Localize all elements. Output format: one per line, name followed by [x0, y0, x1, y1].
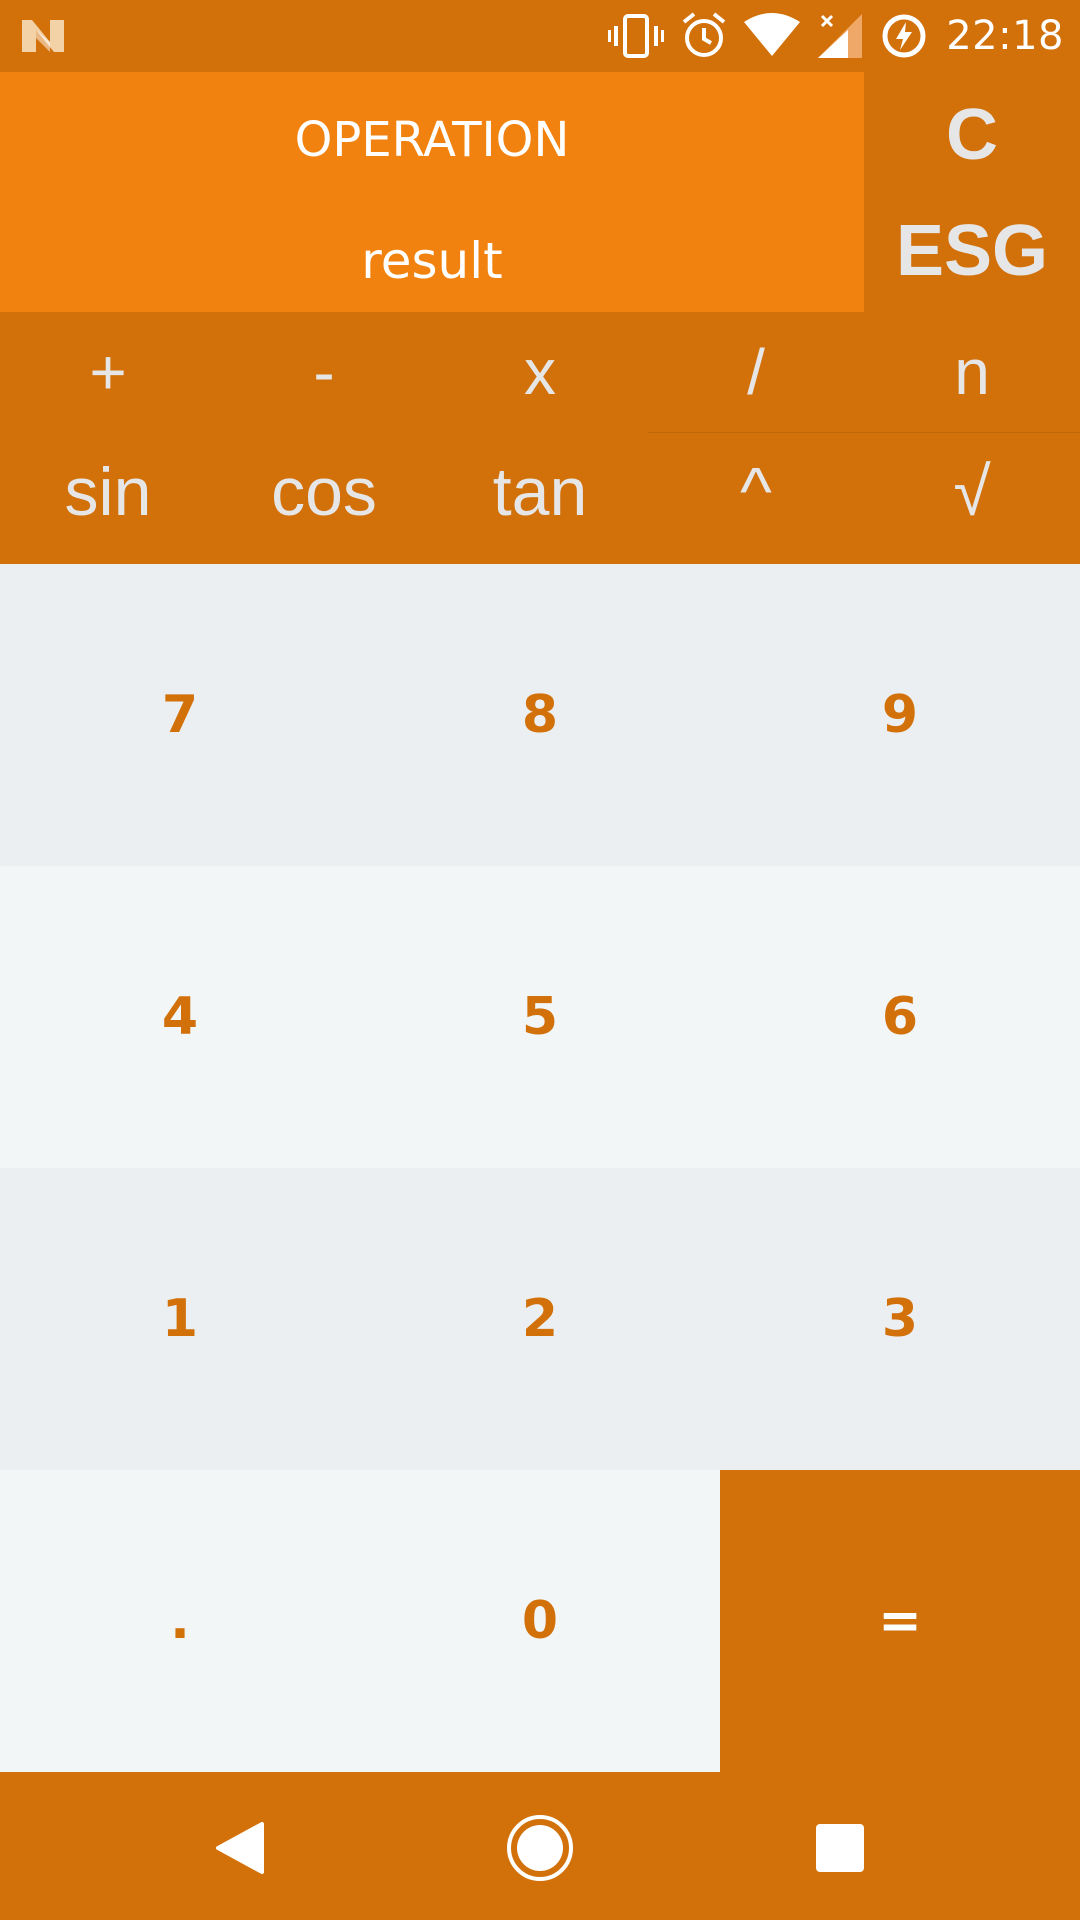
alarm-icon	[682, 12, 726, 57]
vibrate-icon	[608, 14, 665, 58]
digit-1-button[interactable]: 1	[0, 1168, 360, 1470]
back-button[interactable]	[160, 1776, 320, 1920]
operator-row: + - x / n	[0, 312, 1080, 432]
cos-button[interactable]: cos	[216, 432, 432, 552]
digit-6-button[interactable]: 6	[720, 866, 1080, 1168]
recents-icon	[816, 1824, 864, 1872]
status-time: 22:18	[946, 13, 1064, 59]
battery-charging-icon	[882, 14, 926, 58]
sqrt-button[interactable]: √	[864, 432, 1080, 552]
minus-button[interactable]: -	[216, 312, 432, 432]
sin-button[interactable]: sin	[0, 432, 216, 552]
multiply-button[interactable]: x	[432, 312, 648, 432]
divide-button[interactable]: /	[648, 312, 864, 432]
digit-9-button[interactable]: 9	[720, 564, 1080, 866]
status-bar: 22:18	[0, 0, 1080, 72]
status-icons: 22:18	[608, 8, 1064, 64]
navigation-bar	[0, 1776, 1080, 1920]
home-icon	[507, 1815, 573, 1881]
advanced-operations: + - x / n sin cos tan ^ √	[0, 312, 1080, 564]
numpad-row: 4 5 6	[0, 866, 1080, 1168]
wifi-icon	[744, 13, 801, 56]
digit-8-button[interactable]: 8	[360, 564, 720, 866]
numpad-row: 7 8 9	[0, 564, 1080, 866]
display-panel: OPERATION result	[0, 72, 864, 312]
digit-3-button[interactable]: 3	[720, 1168, 1080, 1470]
digit-5-button[interactable]: 5	[360, 866, 720, 1168]
n-button[interactable]: n	[864, 312, 1080, 432]
function-row: sin cos tan ^ √	[0, 432, 1080, 552]
digit-4-button[interactable]: 4	[0, 866, 360, 1168]
decimal-point-button[interactable]: .	[0, 1470, 360, 1772]
back-icon	[216, 1822, 264, 1874]
number-pad: 7 8 9 4 5 6 1 2 3 . 0 =	[0, 564, 1080, 1776]
clear-button[interactable]: C	[864, 94, 1080, 176]
side-panel: C ESG	[864, 72, 1080, 312]
recents-button[interactable]	[760, 1776, 920, 1920]
plus-button[interactable]: +	[0, 312, 216, 432]
numpad-row: . 0 =	[0, 1470, 1080, 1772]
power-button[interactable]: ^	[648, 432, 864, 552]
digit-7-button[interactable]: 7	[0, 564, 360, 866]
signal-icon	[818, 14, 863, 58]
n-logo-icon	[22, 20, 64, 52]
operation-text: OPERATION	[294, 112, 570, 168]
esg-button[interactable]: ESG	[864, 210, 1080, 292]
numpad-row: 1 2 3	[0, 1168, 1080, 1470]
tan-button[interactable]: tan	[432, 432, 648, 552]
home-button[interactable]	[460, 1776, 620, 1920]
digit-2-button[interactable]: 2	[360, 1168, 720, 1470]
result-text: result	[361, 232, 503, 290]
digit-0-button[interactable]: 0	[360, 1470, 720, 1772]
equals-button[interactable]: =	[720, 1470, 1080, 1772]
